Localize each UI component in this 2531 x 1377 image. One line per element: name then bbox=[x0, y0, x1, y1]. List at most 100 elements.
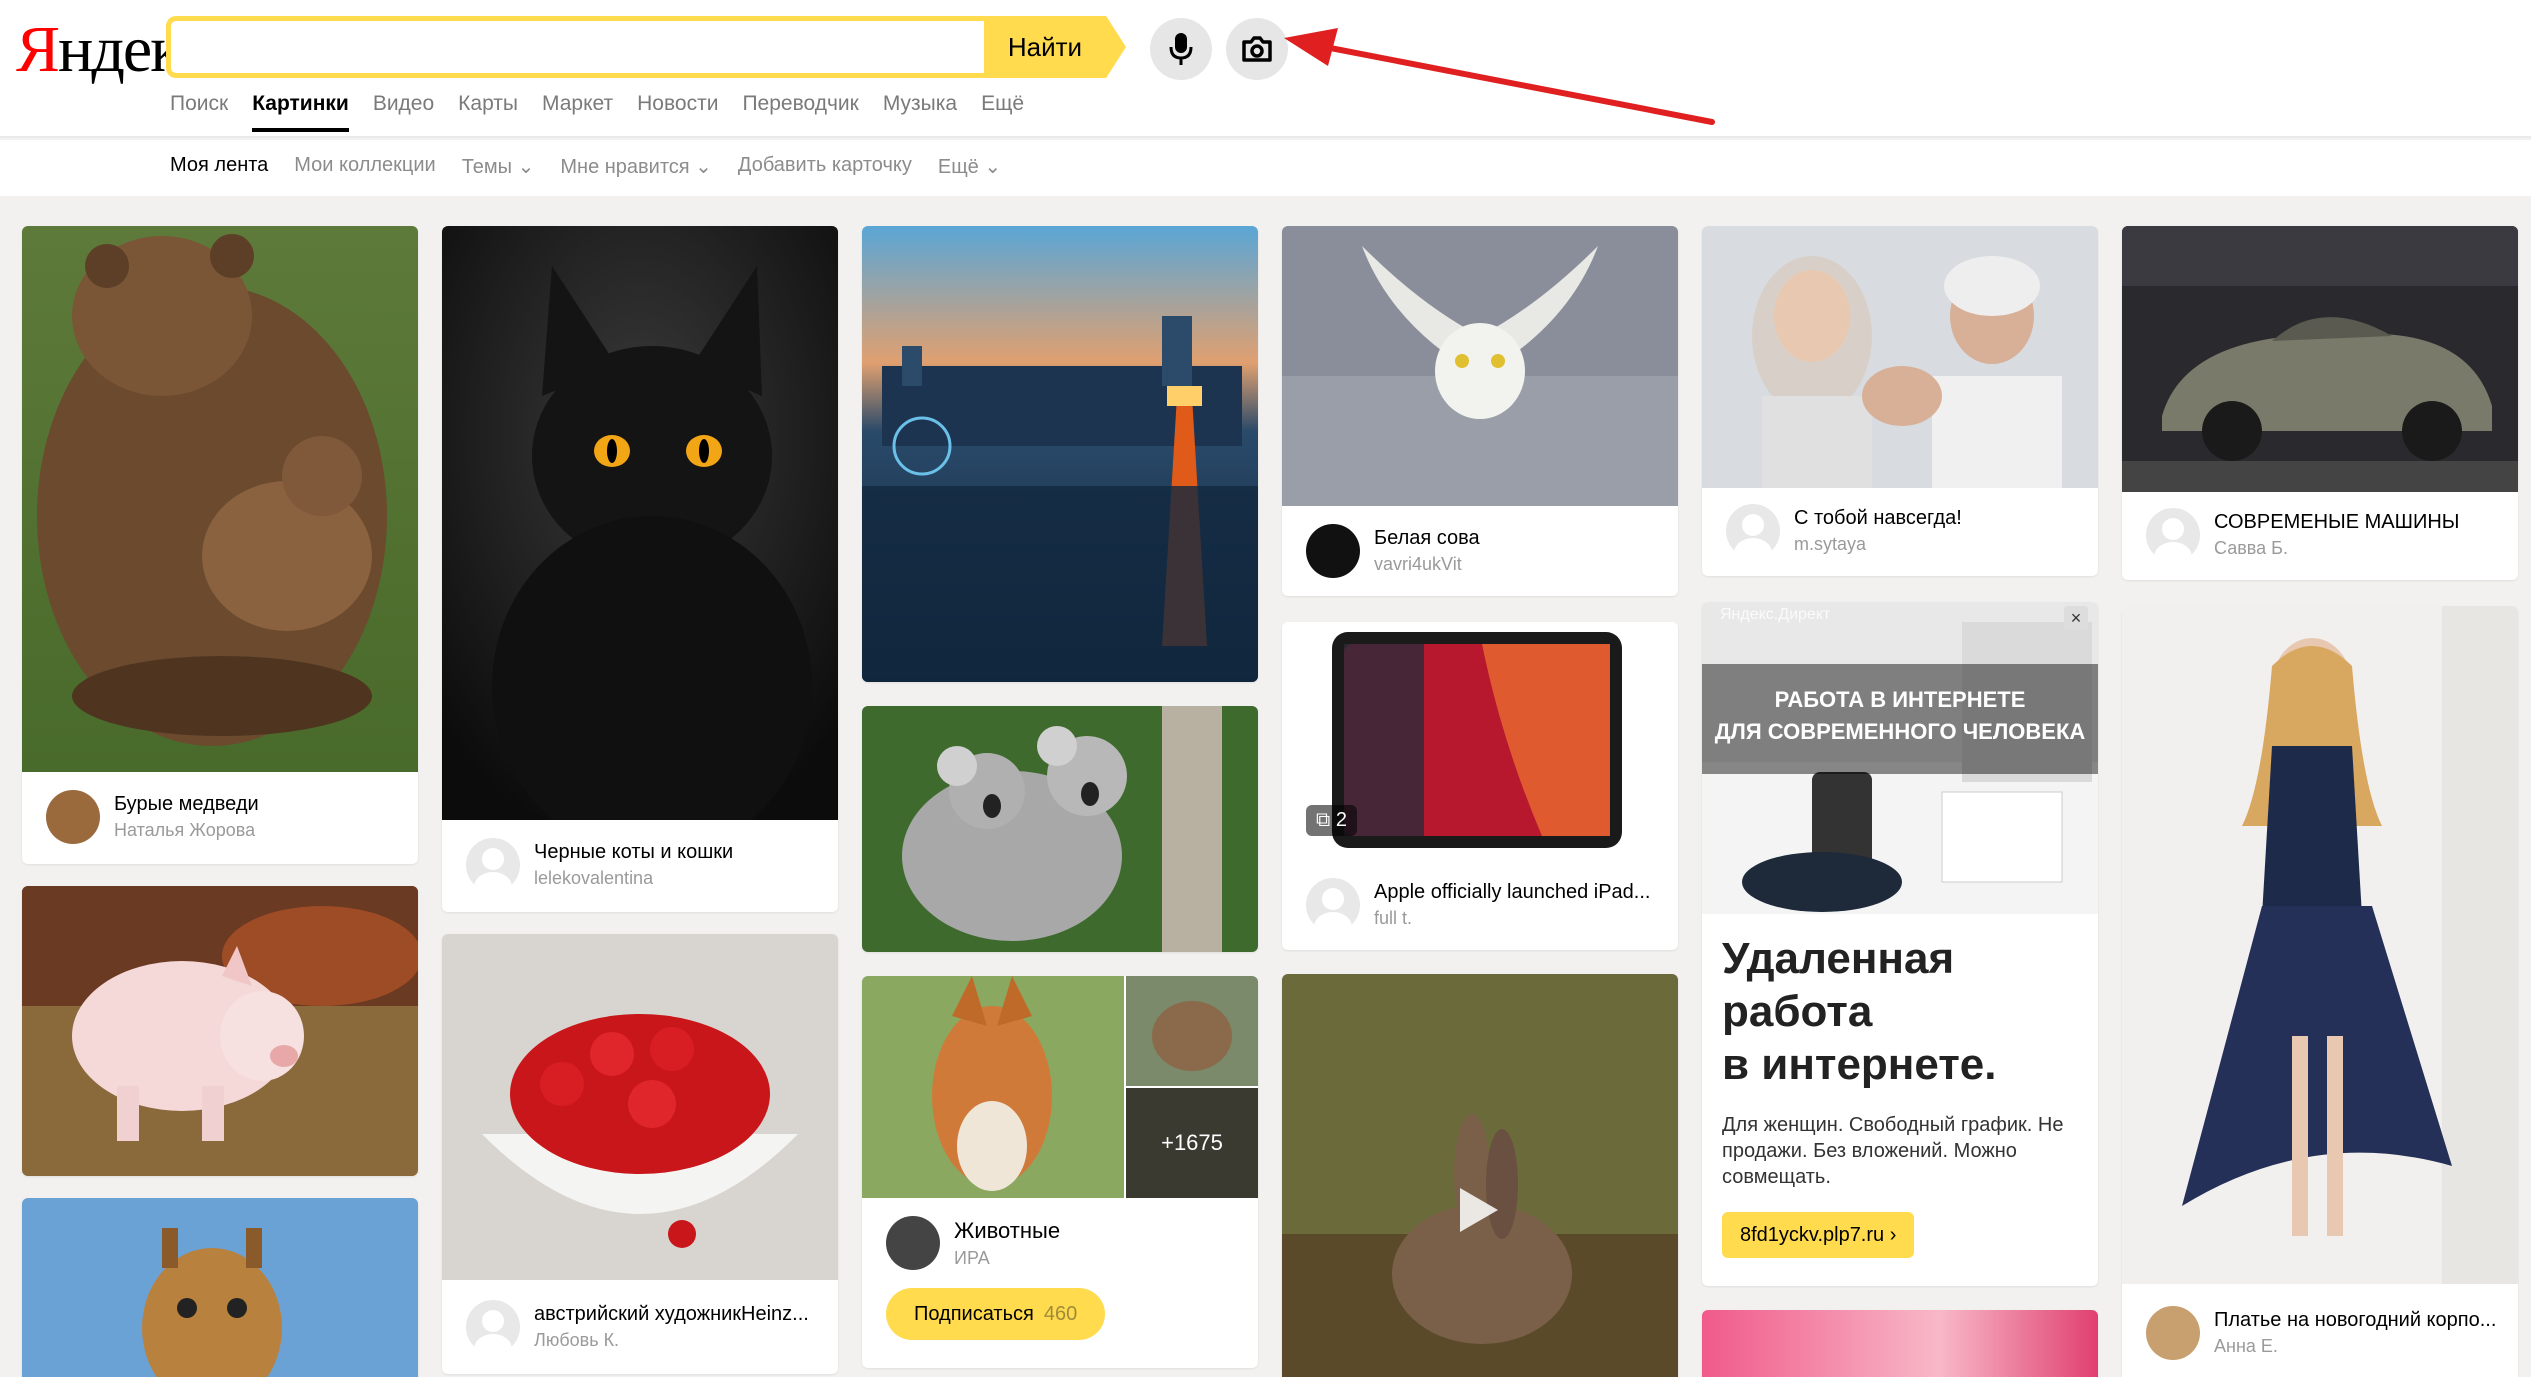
card-title: Белая сова bbox=[1374, 527, 1480, 549]
card-meta: Черные коты и кошки lelekovalentina bbox=[466, 838, 733, 892]
annotation-arrow bbox=[1284, 28, 1715, 125]
giraffe-image bbox=[22, 1198, 418, 1377]
card-owl[interactable]: Белая сова vavri4ukVit bbox=[1282, 226, 1678, 596]
card-meta: С тобой навсегда! m.sytaya bbox=[1726, 504, 1962, 558]
microphone-icon bbox=[1169, 33, 1193, 65]
card-title: Бурые медведи bbox=[114, 793, 259, 815]
card-author: m.sytaya bbox=[1794, 534, 1867, 554]
ad-title-line-3: в интернете. bbox=[1722, 1040, 1997, 1089]
card-city[interactable] bbox=[862, 226, 1258, 682]
card-rabbit-video[interactable] bbox=[1282, 974, 1678, 1377]
avatar bbox=[2146, 508, 2200, 562]
service-more[interactable]: Ещё bbox=[981, 92, 1024, 132]
avatar bbox=[466, 838, 520, 892]
header: Яндекс Найти Поиск Картинки Видео Карты … bbox=[0, 0, 2531, 138]
card-author: ИРА bbox=[954, 1247, 990, 1268]
logo-first-letter: Я bbox=[16, 13, 60, 86]
cherries-image bbox=[442, 934, 838, 1280]
card-title: СОВРЕМЕНЫЕ МАШИНЫ bbox=[2214, 511, 2460, 533]
avatar bbox=[1306, 524, 1360, 578]
card-meta: австрийский художникHeinz... Любовь К. bbox=[466, 1300, 809, 1354]
card-giraffe[interactable] bbox=[22, 1198, 418, 1377]
card-meta: Животные ИРА bbox=[886, 1216, 1060, 1270]
card-meta: Белая сова vavri4ukVit bbox=[1306, 524, 1480, 578]
card-ipad[interactable]: ⧉ 2 Apple officially launched iPad... fu… bbox=[1282, 622, 1678, 950]
ad-title-line-2: работа bbox=[1722, 987, 1873, 1036]
camera-icon bbox=[1242, 36, 1272, 62]
city-image bbox=[862, 226, 1258, 682]
service-music[interactable]: Музыка bbox=[883, 92, 957, 132]
piglet-image bbox=[22, 886, 418, 1176]
subnav-themes[interactable]: Темы ⌄ bbox=[462, 154, 535, 179]
card-title: австрийский художникHeinz... bbox=[534, 1303, 809, 1325]
card-author: full t. bbox=[1374, 908, 1413, 928]
service-images[interactable]: Картинки bbox=[252, 92, 349, 132]
voice-search-button[interactable] bbox=[1150, 18, 1212, 80]
pink-image bbox=[1702, 1310, 2098, 1377]
services-nav: Поиск Картинки Видео Карты Маркет Новост… bbox=[170, 92, 1024, 132]
ad-banner-line-1: РАБОТА В ИНТЕРНЕТЕ bbox=[1774, 687, 2026, 712]
card-cars[interactable]: СОВРЕМЕНЫЕ МАШИНЫ Савва Б. bbox=[2122, 226, 2518, 580]
ad-image: Яндекс.Директ × РАБОТА В ИНТЕРНЕТЕ ДЛЯ С… bbox=[1702, 602, 2098, 914]
service-news[interactable]: Новости bbox=[637, 92, 718, 132]
service-translate[interactable]: Переводчик bbox=[742, 92, 858, 132]
ipad-image: ⧉ 2 bbox=[1282, 622, 1678, 858]
search-input[interactable] bbox=[166, 16, 986, 78]
card-title: Черные коты и кошки bbox=[534, 841, 734, 863]
subnav-more[interactable]: Ещё ⌄ bbox=[938, 154, 1001, 179]
card-couple[interactable]: С тобой навсегда! m.sytaya bbox=[1702, 226, 2098, 576]
search-button[interactable]: Найти bbox=[984, 16, 1126, 78]
collections-subnav: Моя лента Мои коллекции Темы ⌄ Мне нрави… bbox=[0, 140, 2531, 196]
subnav-liked[interactable]: Мне нравится ⌄ bbox=[560, 154, 712, 179]
subnav-my-collections[interactable]: Мои коллекции bbox=[294, 154, 435, 179]
card-black-cat[interactable]: Черные коты и кошки lelekovalentina bbox=[442, 226, 838, 912]
search-bar: Найти bbox=[166, 16, 1126, 78]
card-ad[interactable]: Яндекс.Директ × РАБОТА В ИНТЕРНЕТЕ ДЛЯ С… bbox=[1702, 602, 2098, 1286]
card-bears[interactable]: Бурые медведи Наталья Жорова bbox=[22, 226, 418, 864]
black-cat-image bbox=[442, 226, 838, 820]
card-meta: Apple officially launched iPad... full t… bbox=[1306, 878, 1650, 932]
card-author: Наталья Жорова bbox=[114, 820, 256, 840]
more-count: +1675 bbox=[1126, 1088, 1258, 1198]
subscribe-button[interactable]: Подписаться 460 bbox=[886, 1288, 1106, 1340]
card-koalas[interactable] bbox=[862, 706, 1258, 952]
rabbit-image bbox=[1282, 974, 1678, 1377]
ad-link-button[interactable]: 8fd1yckv.plp7.ru › bbox=[1722, 1212, 1915, 1258]
card-animals-collection[interactable]: +1675 Животные ИРА Подписаться 460 bbox=[862, 976, 1258, 1368]
service-market[interactable]: Маркет bbox=[542, 92, 613, 132]
card-cherries[interactable]: австрийский художникHeinz... Любовь К. bbox=[442, 934, 838, 1374]
card-dress[interactable]: Платье на новогодний корпо... Анна Е. bbox=[2122, 606, 2518, 1377]
subscribers-count: 460 bbox=[1043, 1302, 1078, 1325]
card-title: Платье на новогодний корпо... bbox=[2214, 1309, 2497, 1331]
couple-image bbox=[1702, 226, 2098, 488]
play-icon[interactable] bbox=[1460, 1188, 1498, 1232]
subnav-add-card[interactable]: Добавить карточку bbox=[738, 154, 912, 179]
card-meta: СОВРЕМЕНЫЕ МАШИНЫ Савва Б. bbox=[2146, 508, 2459, 562]
card-author: lelekovalentina bbox=[534, 868, 654, 888]
service-search[interactable]: Поиск bbox=[170, 92, 228, 132]
card-author: Савва Б. bbox=[2214, 538, 2288, 558]
card-title: Apple officially launched iPad... bbox=[1374, 881, 1651, 903]
avatar bbox=[1726, 504, 1780, 558]
avatar bbox=[886, 1216, 940, 1270]
card-pink[interactable] bbox=[1702, 1310, 2098, 1377]
subscribe-label: Подписаться bbox=[914, 1302, 1034, 1325]
owl-image bbox=[1282, 226, 1678, 506]
card-author: Анна Е. bbox=[2214, 1336, 2278, 1356]
card-piglet[interactable] bbox=[22, 886, 418, 1176]
card-author: vavri4ukVit bbox=[1374, 554, 1462, 574]
service-maps[interactable]: Карты bbox=[458, 92, 518, 132]
subnav-my-feed[interactable]: Моя лента bbox=[170, 154, 268, 179]
card-title: С тобой навсегда! bbox=[1794, 507, 1962, 529]
ad-banner-line-2: ДЛЯ СОВРЕМЕННОГО ЧЕЛОВЕКА bbox=[1714, 719, 2086, 744]
image-search-button[interactable] bbox=[1226, 18, 1288, 80]
car-image bbox=[2122, 226, 2518, 492]
card-meta: Бурые медведи Наталья Жорова bbox=[46, 790, 259, 844]
close-icon[interactable]: × bbox=[2064, 606, 2088, 630]
koalas-image bbox=[862, 706, 1258, 952]
ad-text: Для женщин. Свободный график. Не продажи… bbox=[1722, 1114, 2064, 1188]
images-count: 2 bbox=[1335, 809, 1347, 831]
avatar bbox=[46, 790, 100, 844]
service-video[interactable]: Видео bbox=[373, 92, 434, 132]
avatar bbox=[466, 1300, 520, 1354]
